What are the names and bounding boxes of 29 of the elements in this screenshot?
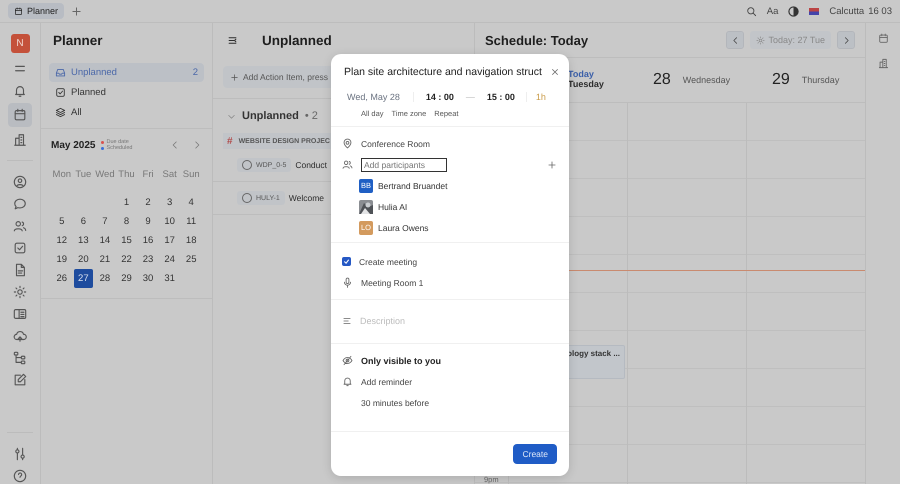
weekday-label: Mon bbox=[52, 168, 72, 180]
panel-title: Unplanned bbox=[262, 32, 332, 48]
day-number: 28 bbox=[653, 71, 671, 89]
duration-label: 1h bbox=[526, 92, 546, 102]
today-label: Today bbox=[568, 70, 595, 80]
city-label: Calcutta bbox=[829, 6, 864, 16]
tab-label: Planner bbox=[27, 6, 58, 16]
time-dash: — bbox=[466, 92, 475, 102]
weekday-label: Tue bbox=[74, 168, 92, 180]
participant-name: Laura Owens bbox=[378, 222, 429, 232]
weekday-label: Fri bbox=[142, 168, 155, 180]
group-title: Unplanned bbox=[242, 110, 299, 122]
weekday-label: Sun bbox=[182, 168, 201, 180]
participant-name: Bertrand Bruandet bbox=[378, 180, 448, 190]
weekday-label: Thu bbox=[117, 168, 136, 180]
clock-time: 16 03 bbox=[868, 6, 892, 16]
weekday-name: Wednesday bbox=[682, 75, 730, 85]
panel-title: Planner bbox=[53, 32, 103, 48]
group-count: • 2 bbox=[304, 110, 318, 122]
weekday-label: Wed bbox=[94, 168, 116, 180]
project-hash-icon: # bbox=[227, 136, 233, 146]
participant-name: Hulia AI bbox=[378, 202, 408, 212]
day-number: 29 bbox=[772, 71, 790, 89]
month-label: May 2025 bbox=[51, 140, 96, 151]
checkbox-label: Create meeting bbox=[359, 256, 418, 266]
weekday-name: Tuesday bbox=[568, 80, 604, 90]
weekday-name: Thursday bbox=[802, 75, 840, 85]
schedule-title: Schedule: Today bbox=[485, 32, 590, 48]
weekday-label: Sat bbox=[162, 168, 178, 180]
